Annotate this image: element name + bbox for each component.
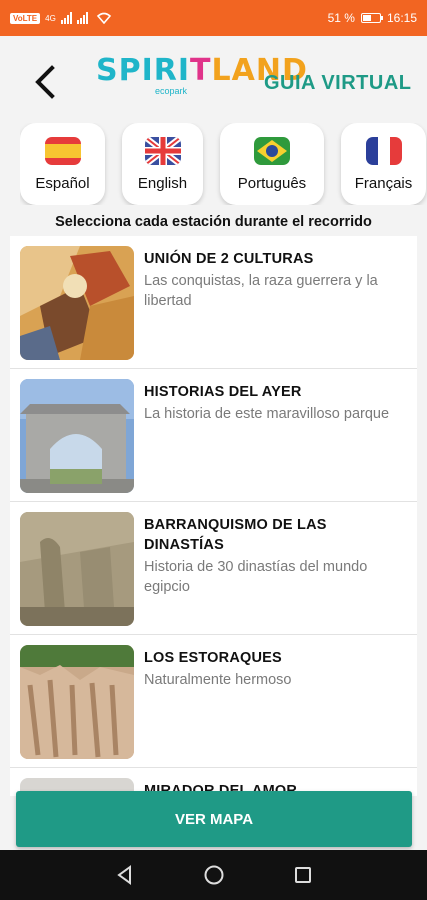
battery-level <box>362 15 372 21</box>
status-right: 51 % 16:15 <box>328 11 417 25</box>
page-title: GUIA VIRTUAL <box>264 72 412 94</box>
language-option-french[interactable]: Français <box>341 123 426 205</box>
nav-recents-button[interactable] <box>288 860 318 890</box>
language-label: English <box>137 174 188 192</box>
station-item[interactable]: UNIÓN DE 2 CULTURAS Las conquistas, la r… <box>10 236 417 369</box>
header: SPIRITLAND ecopark GUIA VIRTUAL <box>0 36 427 126</box>
station-description: La historia de este maravilloso parque <box>144 406 390 422</box>
station-title: BARRANQUISMO DE LAS DINASTÍAS <box>144 517 327 553</box>
language-label: Español <box>35 174 90 192</box>
view-map-button[interactable]: VER MAPA <box>16 791 412 847</box>
recents-square-icon <box>294 867 311 883</box>
station-description: Naturalmente hermoso <box>144 672 292 688</box>
station-title: UNIÓN DE 2 CULTURAS <box>144 251 314 267</box>
station-description: Las conquistas, la raza guerrera y la li… <box>144 273 378 309</box>
brazil-flag-icon <box>254 136 290 165</box>
clock: 16:15 <box>386 11 417 25</box>
instructions-text: Selecciona cada estación durante el reco… <box>55 214 372 230</box>
station-title: LOS ESTORAQUES <box>144 650 282 666</box>
station-thumbnail <box>20 246 134 360</box>
signal-icon <box>60 12 88 24</box>
station-item[interactable]: HISTORIAS DEL AYER La historia de este m… <box>10 369 417 502</box>
language-label: Français <box>354 174 413 192</box>
nav-back-button[interactable] <box>110 860 140 890</box>
back-triangle-icon <box>116 865 131 885</box>
language-option-english[interactable]: English <box>122 123 203 205</box>
station-thumbnail <box>20 645 134 759</box>
language-option-spanish[interactable]: Español <box>20 123 105 205</box>
logo-wordmark: SPIRITLAND <box>96 53 308 88</box>
station-item[interactable]: LOS ESTORAQUES Naturalmente hermoso <box>10 635 417 768</box>
app-screen: VoLTE 4G 51 % 16:15 SPIRITLAND ecopark G… <box>0 0 427 900</box>
volte-badge: VoLTE <box>10 12 41 24</box>
language-label: Português <box>237 174 307 192</box>
network-type: 4G <box>45 13 56 23</box>
system-nav-bar <box>0 850 427 900</box>
station-list: UNIÓN DE 2 CULTURAS Las conquistas, la r… <box>10 236 417 796</box>
station-thumbnail <box>20 379 134 493</box>
nav-home-button[interactable] <box>199 860 229 890</box>
wifi-icon <box>96 12 111 24</box>
spiritland-logo: SPIRITLAND ecopark <box>96 53 308 108</box>
chevron-left-icon <box>35 65 55 99</box>
back-button[interactable] <box>30 64 62 100</box>
station-title: HISTORIAS DEL AYER <box>144 384 302 400</box>
home-circle-icon <box>204 865 223 885</box>
france-flag-icon <box>365 136 402 165</box>
language-option-portuguese[interactable]: Português <box>220 123 324 205</box>
status-left: VoLTE 4G <box>10 12 112 24</box>
status-bar: VoLTE 4G 51 % 16:15 <box>0 0 427 36</box>
station-item[interactable]: BARRANQUISMO DE LAS DINASTÍAS Historia d… <box>10 502 417 635</box>
uk-flag-icon <box>144 136 181 165</box>
battery-icon <box>360 13 383 23</box>
station-description: Historia de 30 dinastías del mundo egipc… <box>144 559 368 595</box>
battery-percent: 51 % <box>327 11 355 25</box>
language-selector: Español English Português Français <box>20 123 427 205</box>
station-thumbnail <box>20 512 134 626</box>
spain-flag-icon <box>44 136 81 165</box>
